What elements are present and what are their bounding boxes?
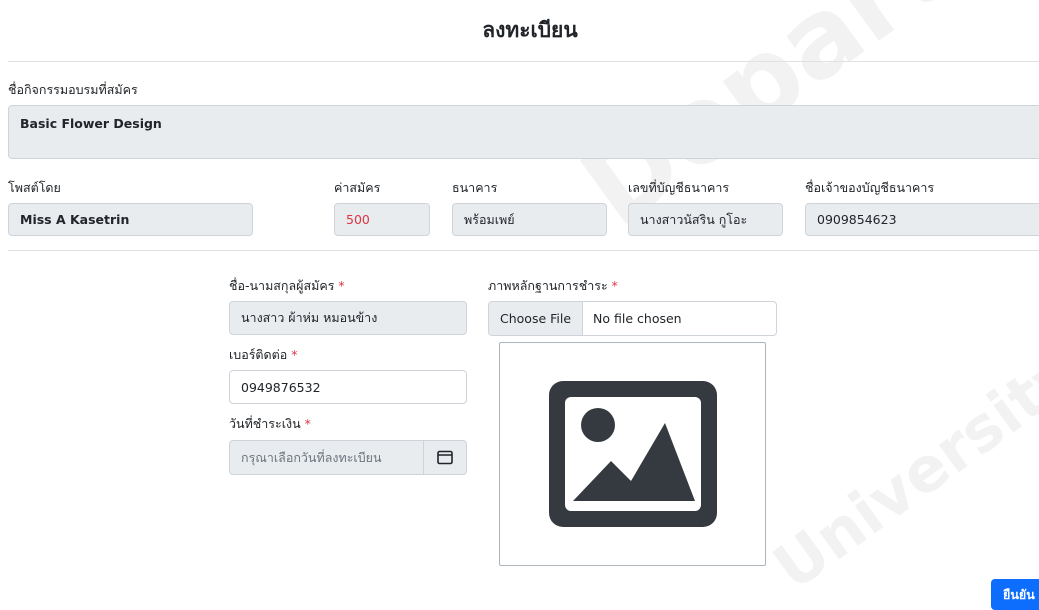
divider-middle (8, 250, 1039, 251)
applicant-name-input[interactable]: นางสาว ผ้าห่ม หมอนข้าง (229, 301, 467, 335)
account-number-label: เลขที่บัญชีธนาคาร (628, 180, 730, 195)
fee-field: 500 (334, 203, 430, 236)
image-placeholder-icon (548, 381, 717, 527)
page-title: ลงทะเบียน (482, 18, 578, 42)
watermark-university: University (760, 335, 1039, 605)
applicant-name-label: ชื่อ-นามสกุลผู้สมัคร * (229, 278, 345, 293)
choose-file-button[interactable]: Choose File (489, 302, 584, 335)
payment-date-label: วันที่ชำระเงิน * (229, 416, 311, 431)
divider-top (8, 61, 1039, 62)
payment-slip-file-input[interactable]: Choose File No file chosen (488, 301, 777, 336)
payment-slip-label: ภาพหลักฐานการชำระ * (488, 278, 618, 293)
calendar-icon[interactable] (423, 441, 466, 474)
required-mark: * (291, 347, 298, 362)
posted-by-field: Miss A Kasetrin (8, 203, 253, 236)
file-status-text: No file chosen (593, 311, 682, 326)
bank-label: ธนาคาร (452, 180, 498, 195)
fee-label: ค่าสมัคร (334, 180, 381, 195)
activity-name-field: Basic Flower Design (8, 105, 1039, 159)
confirm-button[interactable]: ยืนยัน (991, 579, 1039, 610)
phone-label: เบอร์ติดต่อ * (229, 347, 298, 362)
payment-date-input[interactable]: กรุณาเลือกวันที่ลงทะเบียน (229, 440, 467, 475)
phone-input[interactable]: 0949876532 (229, 370, 467, 404)
required-mark: * (304, 416, 311, 431)
required-mark: * (338, 278, 345, 293)
account-number-field: นางสาวนัสริน กูโอะ (628, 203, 783, 236)
activity-label: ชื่อกิจกรรมอบรมที่สมัคร (8, 82, 138, 97)
posted-by-label: โพสต์โดย (8, 180, 61, 195)
required-mark: * (611, 278, 618, 293)
account-owner-field: 0909854623 (805, 203, 1039, 236)
bank-field: พร้อมเพย์ (452, 203, 607, 236)
slip-preview-box (499, 342, 766, 566)
account-owner-label: ชื่อเจ้าของบัญชีธนาคาร (805, 180, 935, 195)
payment-date-placeholder: กรุณาเลือกวันที่ลงทะเบียน (241, 449, 382, 465)
